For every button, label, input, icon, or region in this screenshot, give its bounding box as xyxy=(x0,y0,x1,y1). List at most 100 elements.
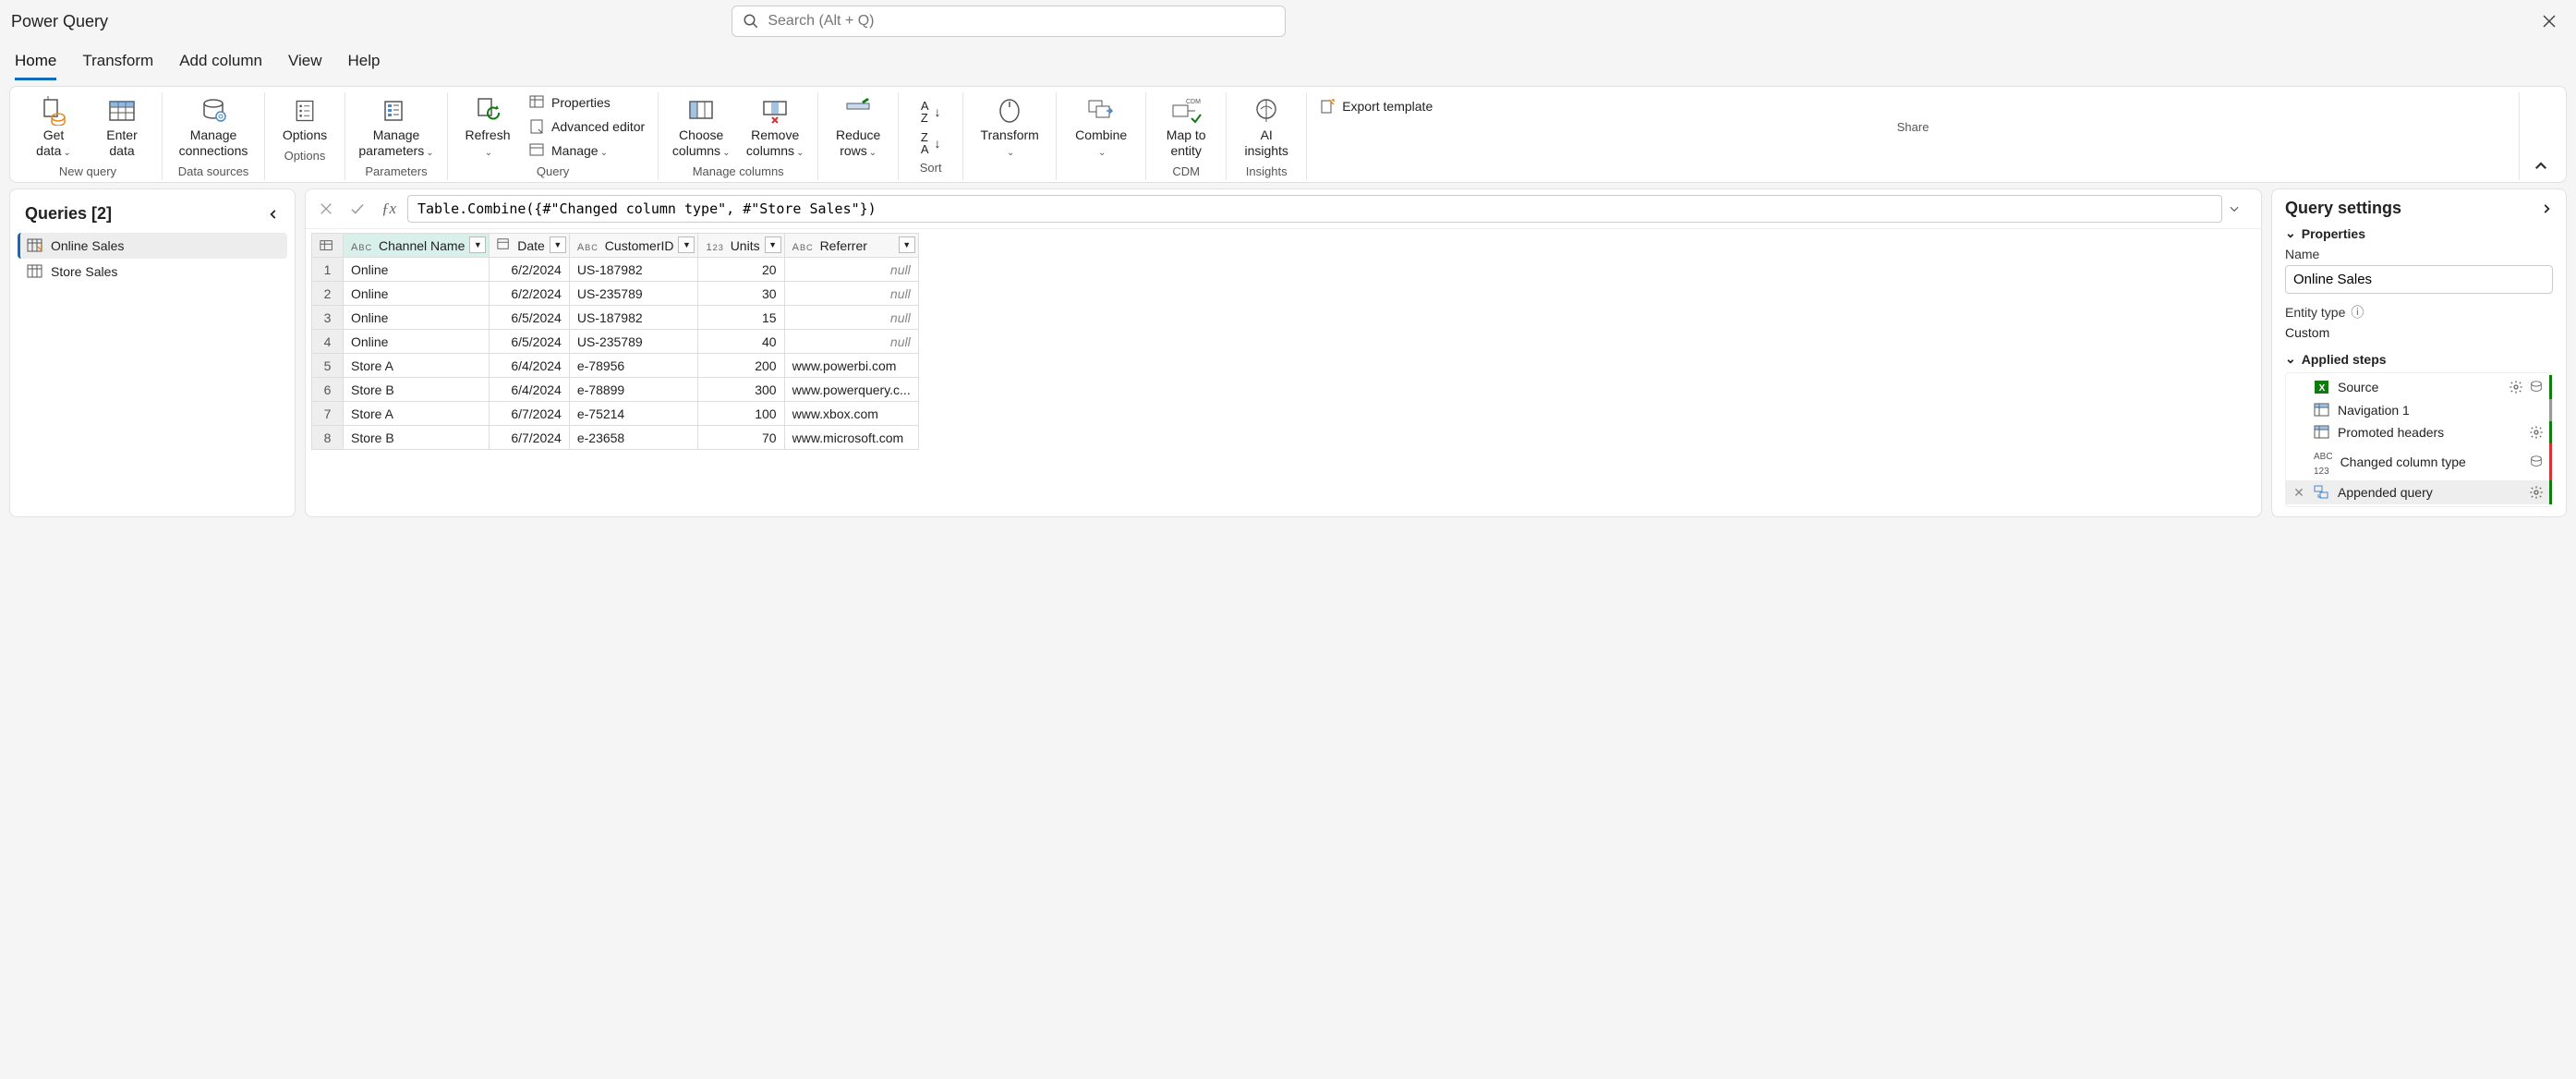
info-icon[interactable]: ⓘ xyxy=(2351,303,2364,321)
filter-icon[interactable]: ▼ xyxy=(469,236,486,253)
map-to-entity-button[interactable]: CDM Map to entity xyxy=(1155,92,1216,161)
filter-icon[interactable]: ▼ xyxy=(765,236,781,253)
get-data-button[interactable]: Get data xyxy=(23,92,84,161)
cell-units[interactable]: 200 xyxy=(698,354,784,378)
table-row[interactable]: 8Store B6/7/2024e-2365870www.microsoft.c… xyxy=(312,426,919,450)
cell-referrer[interactable]: null xyxy=(784,258,918,282)
formula-commit-button[interactable] xyxy=(345,196,370,222)
options-button[interactable]: Options xyxy=(274,92,335,145)
properties-button[interactable]: Properties xyxy=(526,92,614,113)
manage-button[interactable]: Manage xyxy=(526,140,611,161)
query-item[interactable]: Online Sales xyxy=(18,233,287,259)
cell-referrer[interactable]: www.microsoft.com xyxy=(784,426,918,450)
cell-date[interactable]: 6/7/2024 xyxy=(490,426,569,450)
cell-referrer[interactable]: www.powerbi.com xyxy=(784,354,918,378)
cell-units[interactable]: 15 xyxy=(698,306,784,330)
tab-add-column[interactable]: Add column xyxy=(179,52,262,80)
cell-customerid[interactable]: e-23658 xyxy=(569,426,698,450)
applied-step[interactable]: Promoted headers xyxy=(2286,421,2552,443)
ribbon-collapse-button[interactable] xyxy=(2520,152,2562,180)
filter-icon[interactable]: ▼ xyxy=(899,236,915,253)
cell-referrer[interactable]: null xyxy=(784,282,918,306)
table-row[interactable]: 2Online6/2/2024US-23578930null xyxy=(312,282,919,306)
row-number[interactable]: 5 xyxy=(312,354,344,378)
cell-date[interactable]: 6/4/2024 xyxy=(490,378,569,402)
cell-customerid[interactable]: US-187982 xyxy=(569,258,698,282)
delete-step-icon[interactable]: ✕ xyxy=(2292,485,2306,501)
formula-expand-button[interactable] xyxy=(2228,202,2254,215)
cell-date[interactable]: 6/5/2024 xyxy=(490,330,569,354)
remove-columns-button[interactable]: Remove columns xyxy=(742,92,808,161)
refresh-button[interactable]: Refresh xyxy=(457,92,518,161)
table-row[interactable]: 4Online6/5/2024US-23578940null xyxy=(312,330,919,354)
formula-cancel-button[interactable] xyxy=(313,196,339,222)
cell-channel[interactable]: Online xyxy=(344,282,490,306)
manage-parameters-button[interactable]: Manage parameters xyxy=(355,92,438,161)
cell-customerid[interactable]: US-235789 xyxy=(569,330,698,354)
sort-asc-button[interactable]: AZ ↓ xyxy=(917,98,945,126)
step-extra-icon[interactable] xyxy=(2529,380,2544,394)
gear-icon[interactable] xyxy=(2529,485,2544,500)
row-number[interactable]: 1 xyxy=(312,258,344,282)
cell-referrer[interactable]: www.xbox.com xyxy=(784,402,918,426)
table-row[interactable]: 3Online6/5/2024US-18798215null xyxy=(312,306,919,330)
filter-icon[interactable]: ▼ xyxy=(678,236,695,253)
gear-icon[interactable] xyxy=(2529,425,2544,440)
export-template-button[interactable]: Export template xyxy=(1316,92,1436,116)
table-row[interactable]: 7Store A6/7/2024e-75214100www.xbox.com xyxy=(312,402,919,426)
cell-channel[interactable]: Store A xyxy=(344,402,490,426)
cell-channel[interactable]: Store B xyxy=(344,378,490,402)
query-name-input[interactable] xyxy=(2285,265,2553,294)
manage-connections-button[interactable]: Manage connections xyxy=(172,92,255,161)
cell-date[interactable]: 6/7/2024 xyxy=(490,402,569,426)
col-date[interactable]: Date ▼ xyxy=(490,234,569,258)
row-number[interactable]: 2 xyxy=(312,282,344,306)
applied-steps-section[interactable]: ⌄ Applied steps xyxy=(2285,351,2553,367)
cell-referrer[interactable]: null xyxy=(784,306,918,330)
cell-date[interactable]: 6/2/2024 xyxy=(490,258,569,282)
table-row[interactable]: 5Store A6/4/2024e-78956200www.powerbi.co… xyxy=(312,354,919,378)
queries-collapse-icon[interactable] xyxy=(267,208,280,221)
cell-units[interactable]: 100 xyxy=(698,402,784,426)
cell-channel[interactable]: Online xyxy=(344,258,490,282)
applied-step[interactable]: ✕Appended query xyxy=(2286,480,2552,504)
cell-date[interactable]: 6/4/2024 xyxy=(490,354,569,378)
tab-view[interactable]: View xyxy=(288,52,322,80)
sort-desc-button[interactable]: ZA ↓ xyxy=(917,129,945,157)
cell-units[interactable]: 20 xyxy=(698,258,784,282)
fx-icon[interactable]: ƒx xyxy=(376,196,402,222)
transform-button[interactable]: Transform xyxy=(973,92,1046,161)
cell-units[interactable]: 30 xyxy=(698,282,784,306)
row-number[interactable]: 8 xyxy=(312,426,344,450)
row-number[interactable]: 6 xyxy=(312,378,344,402)
cell-customerid[interactable]: US-187982 xyxy=(569,306,698,330)
cell-channel[interactable]: Store B xyxy=(344,426,490,450)
row-number[interactable]: 3 xyxy=(312,306,344,330)
row-number[interactable]: 7 xyxy=(312,402,344,426)
cell-channel[interactable]: Online xyxy=(344,330,490,354)
ai-insights-button[interactable]: AI insights xyxy=(1236,92,1297,161)
enter-data-button[interactable]: Enter data xyxy=(91,92,152,161)
advanced-editor-button[interactable]: Advanced editor xyxy=(526,116,648,137)
combine-button[interactable]: Combine xyxy=(1066,92,1136,161)
gear-icon[interactable] xyxy=(2509,380,2523,394)
tab-home[interactable]: Home xyxy=(15,52,56,80)
cell-customerid[interactable]: e-75214 xyxy=(569,402,698,426)
col-channel-name[interactable]: ABC Channel Name ▼ xyxy=(344,234,490,258)
formula-input[interactable] xyxy=(407,195,2222,223)
filter-icon[interactable]: ▼ xyxy=(550,236,566,253)
query-item[interactable]: Store Sales xyxy=(18,259,287,285)
cell-date[interactable]: 6/2/2024 xyxy=(490,282,569,306)
search-input[interactable] xyxy=(732,6,1286,37)
settings-expand-icon[interactable] xyxy=(2540,202,2553,215)
cell-customerid[interactable]: e-78956 xyxy=(569,354,698,378)
table-corner[interactable] xyxy=(312,234,344,258)
cell-customerid[interactable]: US-235789 xyxy=(569,282,698,306)
reduce-rows-button[interactable]: Reduce rows xyxy=(828,92,889,161)
cell-date[interactable]: 6/5/2024 xyxy=(490,306,569,330)
table-row[interactable]: 6Store B6/4/2024e-78899300www.powerquery… xyxy=(312,378,919,402)
cell-units[interactable]: 300 xyxy=(698,378,784,402)
cell-referrer[interactable]: null xyxy=(784,330,918,354)
close-icon[interactable] xyxy=(2534,9,2565,33)
col-customerid[interactable]: ABC CustomerID ▼ xyxy=(569,234,698,258)
